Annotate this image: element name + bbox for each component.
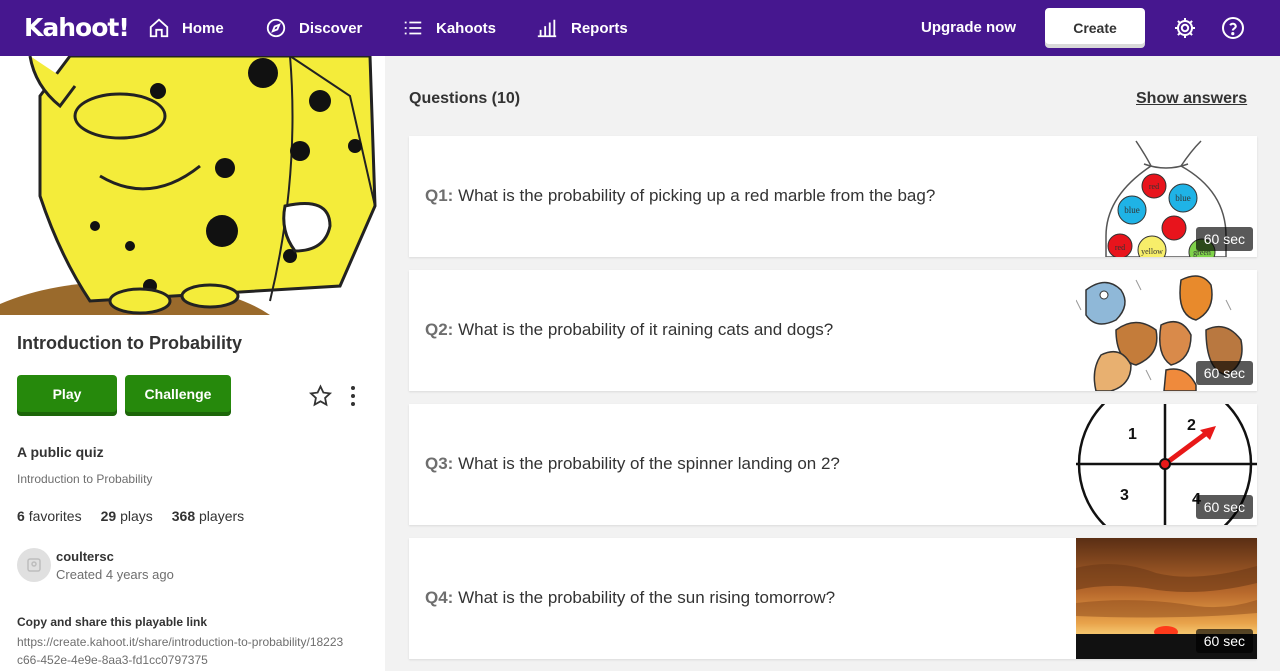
question-text: Q2: What is the probability of it rainin… — [425, 320, 834, 339]
nav-kahoots[interactable]: Kahoots — [402, 0, 496, 56]
time-badge: 60 sec — [1195, 495, 1253, 519]
nav-discover-label: Discover — [299, 19, 363, 37]
players-stat: 368 players — [171, 508, 245, 524]
more-options-icon[interactable] — [349, 384, 357, 408]
svg-text:red: red — [1115, 243, 1125, 252]
questions-header: Questions (10) — [409, 90, 521, 107]
visibility-label: A public quiz — [17, 444, 104, 460]
svg-text:yellow: yellow — [1141, 247, 1163, 256]
nav-kahoots-label: Kahoots — [436, 19, 496, 37]
quiz-description: Introduction to Probability — [17, 472, 153, 486]
svg-text:blue: blue — [1175, 193, 1191, 203]
time-badge: 60 sec — [1195, 361, 1253, 385]
list-icon — [404, 21, 422, 35]
quiz-title: Introduction to Probability — [17, 333, 242, 353]
question-image: red blue blue red yellow green 60 sec — [1076, 136, 1257, 257]
nav-reports-label: Reports — [571, 19, 628, 37]
svg-text:red: red — [1149, 182, 1159, 191]
favorite-star-icon[interactable] — [308, 384, 333, 408]
create-button[interactable]: Create — [1045, 8, 1145, 48]
question-text: Q3: What is the probability of the spinn… — [425, 454, 840, 473]
author-name[interactable]: coultersc — [56, 549, 114, 564]
time-badge: 60 sec — [1195, 227, 1253, 251]
created-date: Created 4 years ago — [56, 567, 174, 582]
question-card[interactable]: Q4: What is the probability of the sun r… — [409, 538, 1257, 659]
top-nav: Kahoot! Home Discover Kahoots Reports Up… — [0, 0, 1280, 56]
svg-text:1: 1 — [1128, 426, 1137, 443]
question-image: 60 sec — [1076, 538, 1257, 659]
kahoot-logo[interactable]: Kahoot! — [24, 13, 130, 42]
user-avatar-icon — [27, 558, 41, 572]
show-answers-link[interactable]: Show answers — [1136, 90, 1247, 108]
svg-text:3: 3 — [1120, 487, 1129, 504]
upgrade-link[interactable]: Upgrade now — [921, 19, 1016, 36]
quiz-details-panel: Introduction to Probability Play Challen… — [0, 56, 385, 671]
question-card[interactable]: Q2: What is the probability of it rainin… — [409, 270, 1257, 391]
share-link[interactable]: https://create.kahoot.it/share/introduct… — [17, 633, 347, 669]
svg-text:blue: blue — [1124, 205, 1140, 215]
help-icon[interactable] — [1221, 16, 1245, 40]
question-text: Q4: What is the probability of the sun r… — [425, 588, 836, 607]
quiz-stats: 6 favorites 29 plays 368 players — [17, 508, 244, 524]
question-text: Q1: What is the probability of picking u… — [425, 186, 936, 205]
question-card[interactable]: Q1: What is the probability of picking u… — [409, 136, 1257, 257]
time-badge: 60 sec — [1195, 629, 1253, 653]
plays-stat: 29 plays — [100, 508, 153, 524]
nav-home[interactable]: Home — [148, 0, 224, 56]
gear-icon[interactable] — [1173, 16, 1197, 40]
question-image: 60 sec — [1076, 270, 1257, 391]
question-image: 1 2 3 4 60 sec — [1076, 404, 1257, 525]
favorites-stat: 6 favorites — [17, 508, 82, 524]
home-icon — [149, 18, 169, 38]
avatar[interactable] — [17, 548, 51, 582]
share-label: Copy and share this playable link — [17, 615, 208, 629]
bar-chart-icon — [537, 19, 557, 38]
question-card[interactable]: Q3: What is the probability of the spinn… — [409, 404, 1257, 525]
compass-icon — [266, 18, 286, 38]
play-button[interactable]: Play — [17, 375, 117, 416]
nav-discover[interactable]: Discover — [265, 0, 362, 56]
svg-text:2: 2 — [1187, 417, 1196, 434]
nav-home-label: Home — [182, 19, 224, 37]
cover-image — [0, 56, 385, 315]
challenge-button[interactable]: Challenge — [125, 375, 231, 416]
nav-reports[interactable]: Reports — [535, 0, 628, 56]
